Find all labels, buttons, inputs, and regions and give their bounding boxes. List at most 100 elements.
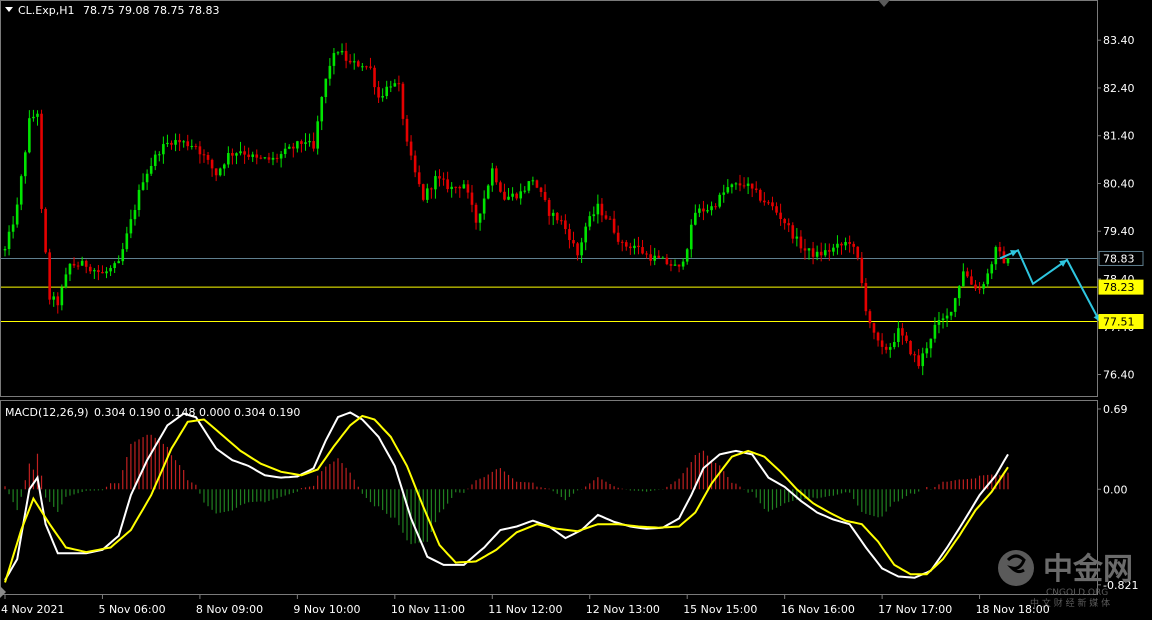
candle-body (40, 113, 43, 209)
candle-body (953, 298, 957, 312)
candle-body (101, 272, 104, 274)
candle-body (417, 172, 421, 185)
candle-body (340, 51, 344, 53)
candle-body (957, 286, 961, 299)
candle-body (352, 61, 356, 63)
candle-body (503, 191, 506, 200)
candle-body (543, 191, 547, 201)
candle-body (702, 208, 705, 212)
candle-body (174, 140, 177, 145)
candle-body (970, 276, 973, 285)
candle-body (596, 203, 600, 215)
candle-body (166, 142, 169, 145)
level1-price-tag[interactable]: 78.23 (1098, 279, 1144, 295)
candle-body (799, 236, 803, 249)
candle-body (202, 154, 206, 156)
candle-body (218, 168, 222, 176)
candle-body (1006, 258, 1010, 264)
candle-body (803, 248, 807, 251)
candle-body (121, 249, 125, 262)
ohlc-values: 78.75 79.08 78.75 78.83 (83, 4, 219, 17)
candle-body (531, 180, 535, 182)
candle-body (515, 193, 518, 199)
candle-body (450, 186, 453, 190)
candle-body (389, 86, 393, 88)
candle-body (36, 113, 39, 117)
candle-body (868, 311, 872, 324)
candle-body (267, 157, 271, 160)
macd-values: 0.304 0.190 0.148 0.000 0.304 0.190 (94, 406, 300, 419)
candle-body (499, 182, 502, 192)
candle-body (190, 146, 194, 148)
candle-body (892, 342, 896, 348)
candle-body (117, 261, 121, 264)
candle-body (876, 332, 880, 341)
time-tick-label: 9 Nov 10:00 (293, 603, 360, 616)
candle-body (580, 242, 583, 256)
candle-body (381, 96, 384, 98)
candle-body (612, 218, 616, 233)
candle-body (438, 176, 441, 179)
candle-body (28, 118, 31, 153)
candle (864, 278, 868, 316)
candle-body (974, 284, 977, 289)
chart-svg: 83.4082.4081.4080.4079.4078.4076.4077.40… (0, 0, 1152, 620)
candle-body (68, 263, 72, 275)
candle-body (511, 193, 514, 197)
candle-body (162, 144, 165, 155)
candle-body (446, 179, 449, 190)
candle-body (795, 236, 799, 239)
candle-body (385, 86, 389, 97)
candle-body (235, 153, 238, 156)
chart-background (0, 0, 1152, 620)
candle-body (633, 245, 636, 249)
candle-body (584, 226, 587, 243)
candle-body (255, 154, 259, 158)
candle-body (754, 188, 758, 190)
candle-body (486, 185, 490, 199)
candle-body (324, 78, 328, 98)
candle-body (454, 186, 458, 188)
candle-body (336, 52, 340, 54)
candle-body (905, 335, 908, 341)
candle-body (767, 202, 770, 204)
candle-body (474, 204, 478, 223)
candle-body (210, 159, 214, 169)
candle-body (125, 233, 129, 250)
watermark-brand: 中金网 (1043, 552, 1133, 587)
candle-body (783, 218, 786, 224)
candle-body (11, 224, 15, 232)
candle-body (775, 206, 778, 213)
candle (758, 188, 762, 203)
candle-body (145, 173, 149, 183)
level2-price-tag[interactable]: 77.51 (1098, 313, 1144, 329)
candle-body (823, 250, 827, 256)
candle-body (458, 186, 462, 189)
candle (48, 248, 51, 305)
candle-body (421, 184, 425, 200)
candle-body (653, 255, 657, 261)
candle (909, 340, 912, 356)
candle-body (937, 320, 941, 325)
candle-body (917, 355, 920, 367)
candle-body (72, 263, 76, 266)
candle-body (848, 241, 851, 244)
candle (421, 183, 425, 202)
time-tick-label: 5 Nov 06:00 (98, 603, 165, 616)
candle-body (669, 264, 673, 266)
candle-body (60, 287, 64, 306)
candle-body (758, 189, 762, 201)
candle-body (7, 231, 11, 250)
candle-body (572, 240, 575, 244)
time-tick-label: 17 Nov 17:00 (878, 603, 952, 616)
time-tick-label: 4 Nov 2021 (1, 603, 64, 616)
candle-body (966, 271, 969, 277)
candle-body (714, 206, 717, 208)
candle-body (990, 264, 994, 274)
candle-body (170, 142, 173, 145)
candle-body (551, 212, 555, 216)
current-price-tag[interactable]: 78.83 (1098, 250, 1144, 266)
candle-body (44, 208, 47, 253)
candle-body (271, 157, 275, 160)
candle-body (292, 146, 295, 149)
